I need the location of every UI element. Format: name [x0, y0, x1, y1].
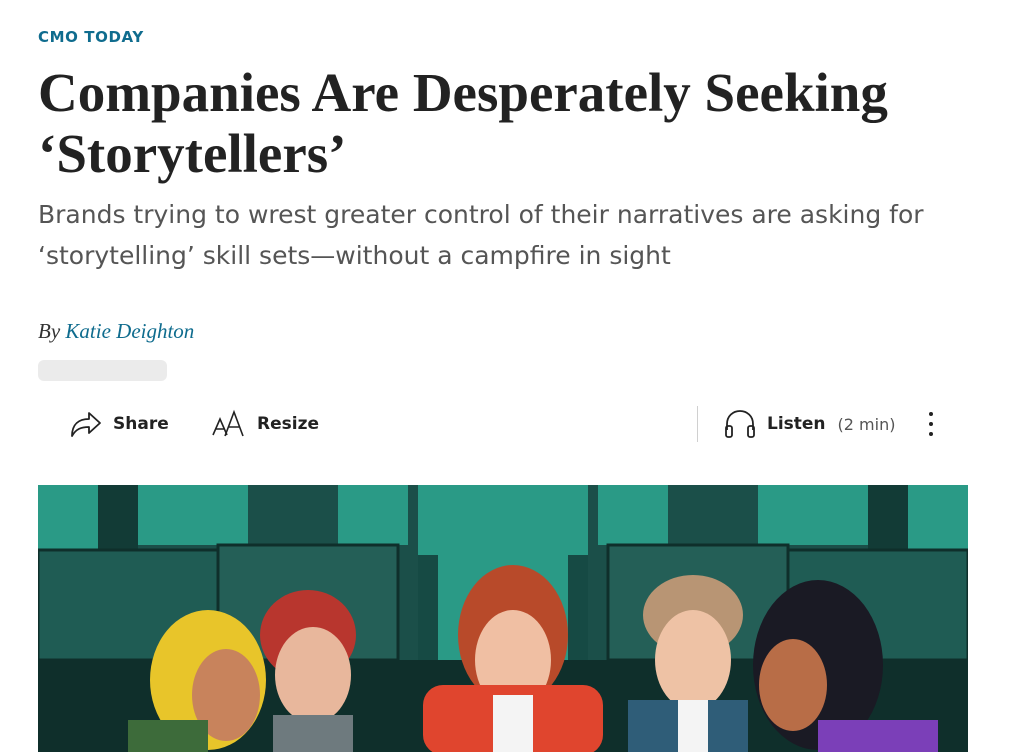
share-button[interactable]: Share [69, 398, 169, 450]
share-icon [69, 409, 103, 439]
listen-label: Listen [767, 414, 826, 434]
byline-prefix: By [38, 319, 61, 343]
resize-icon [211, 409, 247, 439]
hero-illustration [38, 485, 968, 752]
toolbar-divider [697, 406, 698, 442]
loading-placeholder [38, 360, 167, 381]
more-options-icon[interactable] [921, 408, 941, 440]
resize-button[interactable]: Resize [211, 398, 319, 450]
byline: By Katie Deighton [38, 319, 194, 344]
listen-button[interactable]: Listen (2 min) [723, 398, 895, 450]
headline: Companies Are Desperately Seeking ‘Story… [38, 62, 888, 184]
listen-duration: (2 min) [837, 414, 896, 434]
headphones-icon [723, 408, 757, 440]
share-label: Share [113, 414, 169, 434]
subheadline: Brands trying to wrest greater control o… [38, 200, 924, 270]
resize-label: Resize [257, 414, 319, 434]
section-label[interactable]: CMO TODAY [38, 28, 144, 46]
article-toolbar: Share Resize Listen (2 min) [0, 398, 1016, 450]
author-link[interactable]: Katie Deighton [65, 319, 194, 343]
